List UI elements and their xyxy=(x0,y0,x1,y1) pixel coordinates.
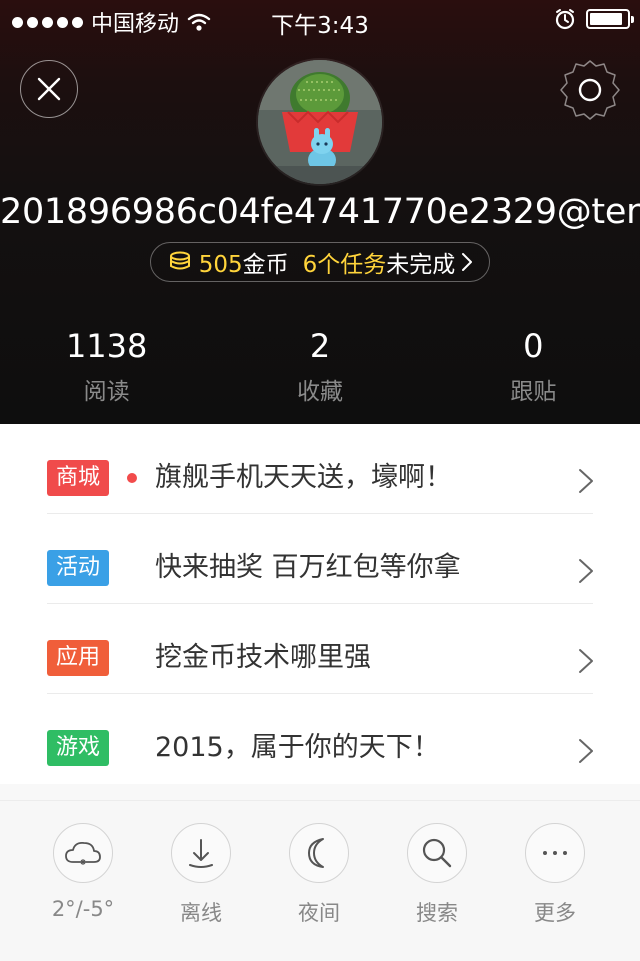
gear-icon xyxy=(560,60,620,120)
coin-stack-icon xyxy=(169,251,190,270)
offline-label: 离线 xyxy=(180,901,222,925)
username: 201896986c04fe4741770e2329@tencent.1 xyxy=(0,192,640,232)
more-circle xyxy=(525,823,585,883)
stat-value: 2 xyxy=(309,327,331,365)
more-icon xyxy=(543,851,567,855)
coin-count: 505 xyxy=(198,252,243,278)
stat-label: 收藏 xyxy=(296,379,343,405)
search-circle xyxy=(407,823,467,883)
search-label: 搜索 xyxy=(416,901,458,925)
tasks-count: 6个任务 xyxy=(302,252,387,278)
offline-circle xyxy=(171,823,231,883)
chevron-right-icon xyxy=(579,739,593,763)
coin-unit: 金币 xyxy=(242,252,289,278)
search-icon xyxy=(422,838,452,868)
close-icon xyxy=(37,77,61,101)
bottom-toolbar: 2°/-5° 离线 夜间 搜索 更多 xyxy=(0,800,640,961)
weather-button[interactable]: 2°/-5° xyxy=(33,823,133,921)
more-label: 更多 xyxy=(534,901,576,925)
alarm-icon xyxy=(555,9,575,30)
download-icon xyxy=(189,839,213,868)
stat-comments[interactable]: 0 跟贴 xyxy=(427,326,640,406)
avatar-photo xyxy=(258,60,382,184)
chevron-right-icon xyxy=(579,469,593,493)
tag-badge: 游戏 xyxy=(47,730,109,766)
status-time: 下午3:43 xyxy=(271,13,369,39)
tag-badge: 应用 xyxy=(47,640,109,676)
list-item-text: 2015，属于你的天下！ xyxy=(155,732,440,763)
more-button[interactable]: 更多 xyxy=(505,823,605,927)
list-item-games[interactable]: 游戏 2015，属于你的天下！ xyxy=(0,694,640,784)
status-bar: 中国移动 下午3:43 xyxy=(0,0,640,40)
list-item-text: 旗舰手机天天送，壕啊！ xyxy=(155,462,452,493)
list-item-apps[interactable]: 应用 挖金币技术哪里强 xyxy=(0,604,640,694)
tag-badge: 商城 xyxy=(47,460,109,496)
battery-icon xyxy=(586,9,634,29)
status-right xyxy=(554,8,634,30)
list-item-text: 挖金币技术哪里强 xyxy=(155,642,371,673)
chevron-right-icon xyxy=(579,649,593,673)
list-item-mall[interactable]: 商城 旗舰手机天天送，壕啊！ xyxy=(0,424,640,514)
promo-list: 商城 旗舰手机天天送，壕啊！ 活动 快来抽奖 百万红包等你拿 应用 挖金币技术哪… xyxy=(0,424,640,784)
tag-badge: 活动 xyxy=(47,550,109,586)
stat-value: 0 xyxy=(523,327,544,365)
chevron-right-icon xyxy=(462,253,473,271)
weather-label: 2°/-5° xyxy=(51,897,115,921)
coins-tasks-pill[interactable]: 505金币 6个任务未完成 xyxy=(150,242,490,282)
offline-button[interactable]: 离线 xyxy=(151,823,251,927)
avatar[interactable] xyxy=(258,60,382,184)
weather-cloud-icon xyxy=(65,841,101,865)
night-mode-circle xyxy=(289,823,349,883)
chevron-right-icon xyxy=(579,559,593,583)
stat-favorites[interactable]: 2 收藏 xyxy=(213,326,426,406)
night-mode-button[interactable]: 夜间 xyxy=(269,823,369,927)
weather-circle xyxy=(53,823,113,883)
profile-header: 中国移动 下午3:43 201896986c04fe4741770e2329@t… xyxy=(0,0,640,424)
list-item-text: 快来抽奖 百万红包等你拿 xyxy=(155,552,461,583)
stats-row: 1138 阅读 2 收藏 0 跟贴 xyxy=(0,326,640,406)
stat-label: 阅读 xyxy=(83,379,130,405)
night-mode-label: 夜间 xyxy=(298,901,340,925)
search-button[interactable]: 搜索 xyxy=(387,823,487,927)
stat-read[interactable]: 1138 阅读 xyxy=(0,326,213,406)
stat-value: 1138 xyxy=(65,327,148,365)
stat-label: 跟贴 xyxy=(510,379,557,405)
settings-button[interactable] xyxy=(558,58,622,122)
close-button[interactable] xyxy=(20,60,78,118)
moon-icon xyxy=(308,838,324,868)
list-item-activity[interactable]: 活动 快来抽奖 百万红包等你拿 xyxy=(0,514,640,604)
notification-dot xyxy=(127,473,137,483)
tasks-suffix: 未完成 xyxy=(386,252,456,278)
